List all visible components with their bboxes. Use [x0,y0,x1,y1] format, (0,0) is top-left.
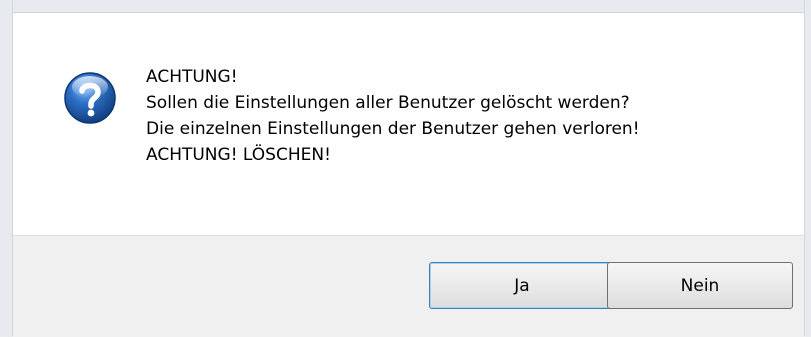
message-line: ACHTUNG! [146,67,238,87]
window-border-top [0,0,811,13]
no-button[interactable]: Nein [607,262,793,309]
question-icon [64,72,116,124]
dialog-message: ACHTUNG! Sollen die Einstellungen aller … [146,64,640,168]
window-border-left [0,0,13,336]
window-border-right [804,0,811,336]
message-line: ACHTUNG! LÖSCHEN! [146,145,331,165]
message-line: Die einzelnen Einstellungen der Benutzer… [146,119,640,139]
message-line: Sollen die Einstellungen aller Benutzer … [146,93,630,113]
message-dialog: ACHTUNG! Sollen die Einstellungen aller … [0,0,811,337]
yes-button[interactable]: Ja [429,262,615,309]
